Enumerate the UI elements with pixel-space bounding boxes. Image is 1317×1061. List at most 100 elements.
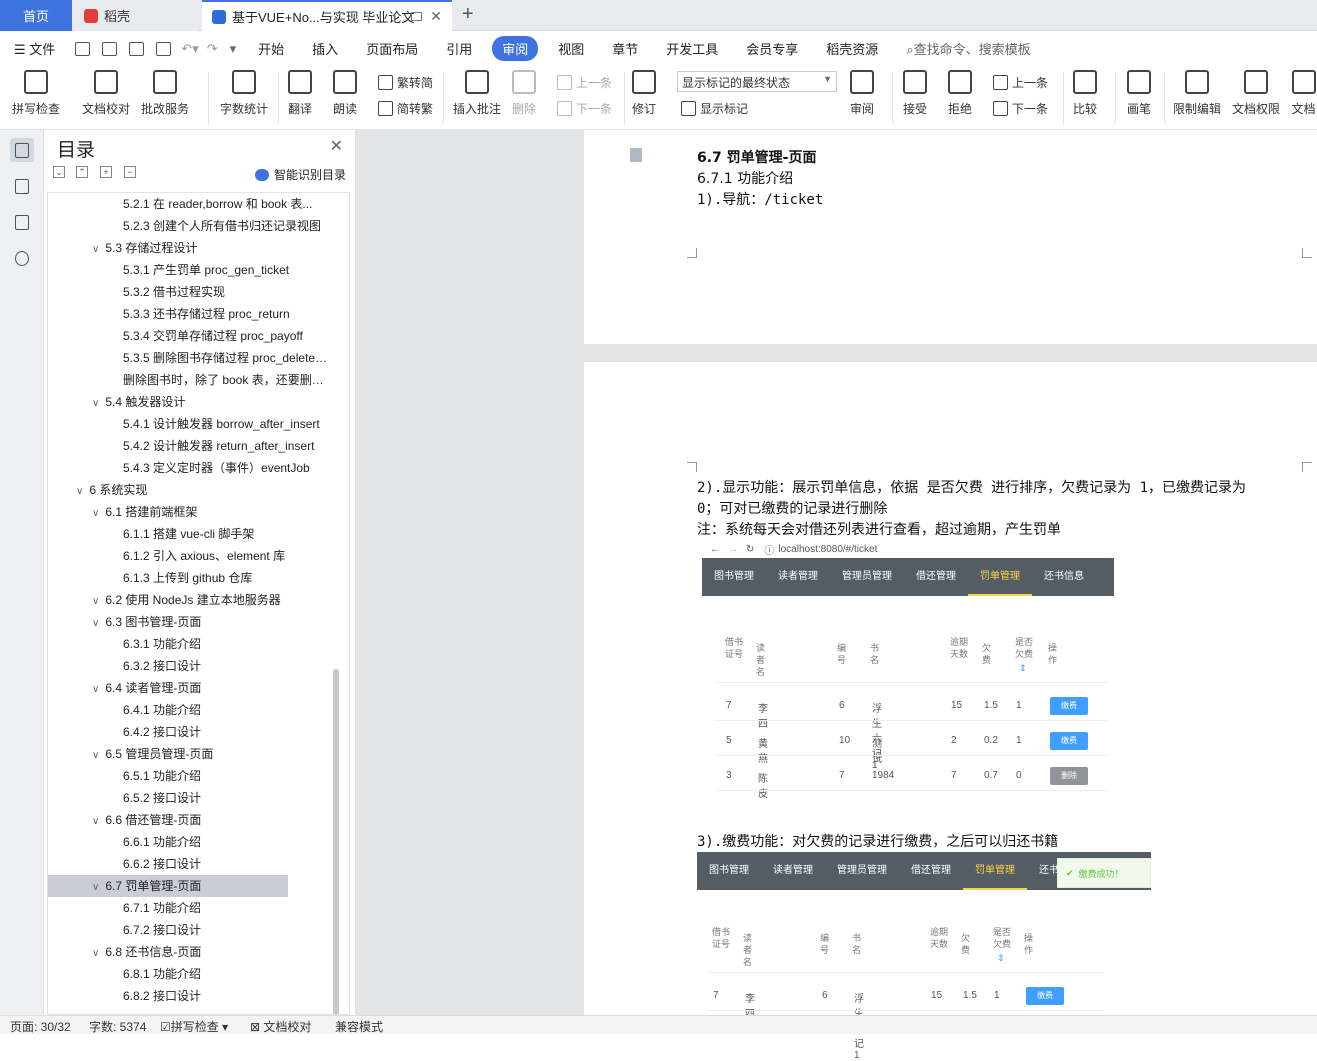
chevron-down-icon[interactable]: ∨ bbox=[92, 750, 99, 761]
toc-item[interactable]: 删除图书时，除了 book 表，还要删除... bbox=[48, 369, 333, 391]
menu-layout[interactable]: 页面布局 bbox=[352, 39, 432, 58]
chevron-down-icon[interactable]: ∨ bbox=[92, 398, 99, 409]
expand-all-icon[interactable]: ⌃ bbox=[76, 166, 88, 178]
simplified-to-traditional-button[interactable]: 简转繁 bbox=[378, 100, 433, 117]
delete-comment-button[interactable]: 删除 bbox=[512, 70, 536, 117]
traditional-to-simplified-button[interactable]: 繁转简 bbox=[378, 74, 433, 91]
new-tab-button[interactable]: + bbox=[462, 3, 474, 26]
pay-ticket-button[interactable]: 缴费 bbox=[1050, 697, 1088, 715]
menu-review[interactable]: 审阅 bbox=[492, 36, 539, 61]
paragraph-icon[interactable] bbox=[630, 148, 642, 162]
toc-item[interactable]: 5.3.2 借书过程实现 bbox=[48, 281, 333, 303]
menu-reference[interactable]: 引用 bbox=[432, 39, 486, 58]
file-menu[interactable]: ☰ 文件 bbox=[0, 39, 69, 58]
correction-service-button[interactable]: 批改服务 bbox=[141, 70, 189, 117]
monitor-icon[interactable] bbox=[411, 12, 422, 21]
toc-item[interactable]: ∨ 5.4 触发器设计 bbox=[48, 391, 333, 413]
chevron-down-icon[interactable]: ∨ bbox=[92, 244, 99, 255]
print-icon[interactable] bbox=[129, 41, 145, 56]
insert-comment-button[interactable]: 插入批注 bbox=[453, 70, 501, 117]
previous-comment-button[interactable]: 上一条 bbox=[557, 74, 612, 91]
tab-daoke[interactable]: 稻壳 bbox=[74, 0, 198, 31]
undo-icon[interactable]: ↶▾ bbox=[177, 41, 202, 57]
status-proofread[interactable]: ⊠ 文档校对 bbox=[250, 1018, 311, 1035]
spell-check-button[interactable]: 拼写检查 bbox=[12, 70, 60, 117]
toc-item[interactable]: 6.7.2 接口设计 bbox=[48, 919, 333, 941]
tab-document[interactable]: 基于VUE+No...与实现 毕业论文 ✕ bbox=[202, 0, 452, 31]
chevron-down-icon[interactable]: ∨ bbox=[92, 948, 99, 959]
collapse-all-icon[interactable]: ⌄ bbox=[53, 166, 65, 178]
toc-item[interactable]: ∨ 6.3 图书管理-页面 bbox=[48, 611, 333, 633]
sort-icon[interactable]: ⇕ bbox=[997, 952, 1005, 964]
save-icon[interactable] bbox=[75, 41, 91, 56]
document-overflow-button[interactable]: 文档 bbox=[1290, 70, 1317, 117]
toc-item[interactable]: 6.7.1 功能介绍 bbox=[48, 897, 333, 919]
toc-item[interactable]: 6.3.1 功能介绍 bbox=[48, 633, 333, 655]
menu-chapter[interactable]: 章节 bbox=[598, 39, 652, 58]
add-heading-icon[interactable]: + bbox=[100, 166, 112, 178]
translate-button[interactable]: 翻译 bbox=[288, 70, 312, 117]
previous-change-button[interactable]: 上一条 bbox=[993, 74, 1048, 91]
status-spell-check[interactable]: ☑拼写检查 ▾ bbox=[160, 1018, 228, 1035]
delete-ticket-button[interactable]: 删除 bbox=[1050, 767, 1088, 785]
remove-heading-icon[interactable]: − bbox=[124, 166, 136, 178]
toc-item[interactable]: 6.8.2 接口设计 bbox=[48, 985, 333, 1007]
outline-rail-button[interactable] bbox=[10, 138, 34, 162]
redo-icon[interactable]: ↷ bbox=[203, 41, 222, 57]
track-changes-button[interactable]: 修订 bbox=[632, 70, 656, 117]
toc-item[interactable]: ∨ 6.5 管理员管理-页面 bbox=[48, 743, 333, 765]
print-preview-icon[interactable] bbox=[156, 41, 172, 56]
toc-item[interactable]: 5.4.2 设计触发器 return_after_insert bbox=[48, 435, 333, 457]
toc-item[interactable]: 5.3.1 产生罚单 proc_gen_ticket bbox=[48, 259, 333, 281]
menu-member[interactable]: 会员专享 bbox=[732, 39, 812, 58]
chapter-rail-button[interactable] bbox=[10, 174, 34, 198]
toc-item[interactable]: 5.3.3 还书存储过程 proc_return bbox=[48, 303, 333, 325]
smart-toc-button[interactable]: 智能识别目录 bbox=[254, 166, 346, 183]
toc-item[interactable]: 6.4.2 接口设计 bbox=[48, 721, 333, 743]
toc-item[interactable]: ∨ 5.3 存储过程设计 bbox=[48, 237, 333, 259]
toc-item[interactable]: 6.8.1 功能介绍 bbox=[48, 963, 333, 985]
toc-item[interactable]: 6.6.2 接口设计 bbox=[48, 853, 333, 875]
markup-state-select[interactable]: 显示标记的最终状态 ▼ bbox=[677, 71, 837, 92]
chevron-down-icon[interactable]: ∨ bbox=[92, 816, 99, 827]
sort-icon[interactable]: ⇕ bbox=[1019, 662, 1027, 674]
tab-home[interactable]: 首页 bbox=[0, 0, 72, 31]
chevron-down-icon[interactable]: ∨ bbox=[92, 596, 99, 607]
page-indicator[interactable]: 页面: 30/32 bbox=[10, 1018, 71, 1035]
chevron-down-icon[interactable]: ∨ bbox=[92, 684, 99, 695]
word-count-indicator[interactable]: 字数: 5374 bbox=[89, 1018, 146, 1035]
toc-item[interactable]: 5.2.1 在 reader,borrow 和 book 表... bbox=[48, 193, 333, 215]
toc-item[interactable]: 6.1.3 上传到 github 仓库 bbox=[48, 567, 333, 589]
chevron-down-icon[interactable]: ∨ bbox=[76, 486, 83, 497]
toc-item[interactable]: ∨ 6.8 还书信息-页面 bbox=[48, 941, 333, 963]
toc-item[interactable]: 6.6.1 功能介绍 bbox=[48, 831, 333, 853]
toc-item[interactable]: ∨ 6.6 借还管理-页面 bbox=[48, 809, 333, 831]
next-comment-button[interactable]: 下一条 bbox=[557, 100, 612, 117]
toc-item[interactable]: 5.2.3 创建个人所有借书归还记录视图 bbox=[48, 215, 333, 237]
export-icon[interactable] bbox=[102, 41, 118, 56]
toc-item[interactable]: 5.4.1 设计触发器 borrow_after_insert bbox=[48, 413, 333, 435]
find-rail-button[interactable] bbox=[10, 246, 34, 270]
chevron-down-icon[interactable]: ∨ bbox=[92, 618, 99, 629]
toc-item[interactable]: ∨ 6 系统实现 bbox=[48, 479, 333, 501]
quick-access-dropdown-icon[interactable]: ▾ bbox=[222, 41, 245, 57]
document-permissions-button[interactable]: 文档权限 bbox=[1232, 70, 1280, 117]
next-change-button[interactable]: 下一条 bbox=[993, 100, 1048, 117]
toc-item[interactable]: ∨ 6.7 罚单管理-页面 bbox=[48, 875, 288, 897]
table-header-owe[interactable]: 是否欠费 bbox=[1014, 636, 1034, 660]
compare-button[interactable]: 比较 bbox=[1073, 70, 1097, 117]
bookmark-rail-button[interactable] bbox=[10, 210, 34, 234]
accept-button[interactable]: 接受 bbox=[903, 70, 927, 117]
pay-ticket-button[interactable]: 缴费 bbox=[1050, 732, 1088, 750]
proofread-button[interactable]: 文档校对 bbox=[82, 70, 130, 117]
toc-item[interactable]: ∨ 6.4 读者管理-页面 bbox=[48, 677, 333, 699]
toc-item[interactable]: 5.3.5 删除图书存储过程 proc_delete_book bbox=[48, 347, 333, 369]
toc-item[interactable]: 6.1.1 搭建 vue-cli 脚手架 bbox=[48, 523, 333, 545]
pay-ticket-button[interactable]: 缴费 bbox=[1026, 987, 1064, 1005]
close-icon[interactable]: ✕ bbox=[330, 136, 343, 156]
table-header-owe[interactable]: 是否欠费 bbox=[992, 926, 1012, 950]
menu-view[interactable]: 视图 bbox=[544, 39, 598, 58]
menu-start[interactable]: 开始 bbox=[244, 39, 298, 58]
toc-scrollbar[interactable] bbox=[333, 669, 339, 1014]
menu-insert[interactable]: 插入 bbox=[298, 39, 352, 58]
